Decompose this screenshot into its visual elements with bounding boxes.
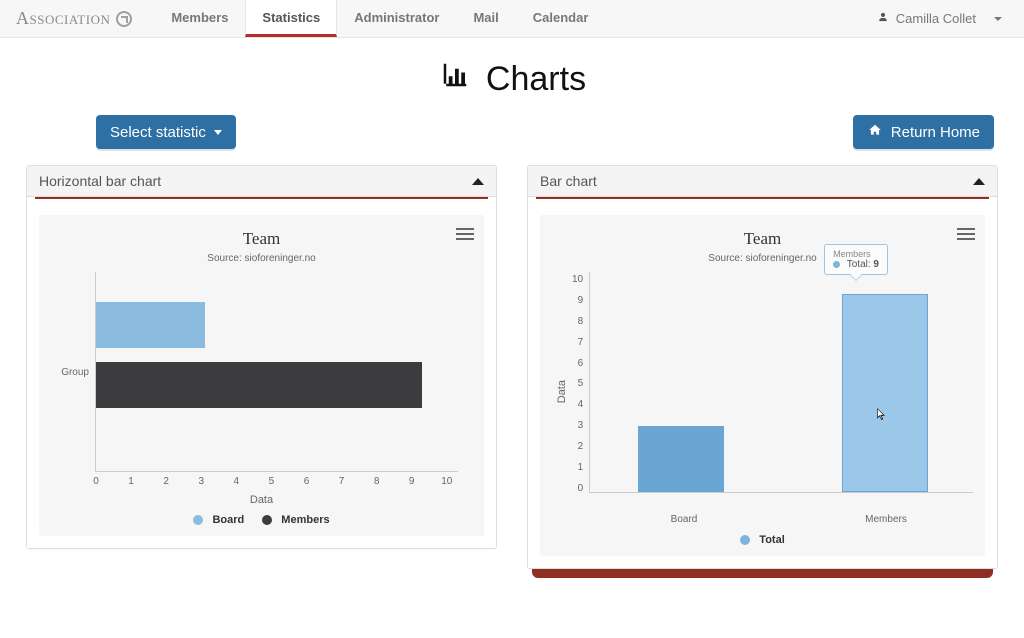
panels-row: Horizontal bar chart Team Source: siofor… <box>0 165 1024 569</box>
vbar-ytick: 8 <box>572 316 583 327</box>
legend-total-label: Total <box>759 534 784 546</box>
panel-hbar-title: Horizontal bar chart <box>39 173 161 189</box>
vbar-xcat-board: Board <box>671 514 698 525</box>
legend-dot-icon <box>193 515 203 525</box>
nav-tabs: Members Statistics Administrator Mail Ca… <box>154 0 605 37</box>
tooltip-row: Total: 9 <box>833 259 879 270</box>
hbar-tick: 6 <box>304 476 310 487</box>
mouse-cursor-icon <box>875 405 889 423</box>
legend-item-members[interactable]: Members <box>262 514 329 526</box>
select-statistic-label: Select statistic <box>110 124 206 141</box>
panel-vbar-body: Team Source: sioforeninger.no Data 10 9 … <box>528 199 997 568</box>
chevron-down-icon <box>214 130 222 135</box>
tooltip-series-label: Total: <box>847 259 871 270</box>
vbar-chart-card: Team Source: sioforeninger.no Data 10 9 … <box>540 215 985 556</box>
legend-board-label: Board <box>212 514 244 526</box>
chart-menu-icon[interactable] <box>957 225 975 243</box>
vbar-ytick: 5 <box>572 378 583 389</box>
vbar-plot-area: Data 10 9 8 7 6 5 4 3 2 1 0 <box>552 272 973 512</box>
brand[interactable]: Association <box>6 0 142 37</box>
panel-hbar-body: Team Source: sioforeninger.no Group 0 1 … <box>27 199 496 548</box>
vbar-plot[interactable]: Members Total: 9 <box>589 272 973 493</box>
hbar-chart-card: Team Source: sioforeninger.no Group 0 1 … <box>39 215 484 536</box>
nav-item-calendar[interactable]: Calendar <box>516 0 606 37</box>
chevron-up-icon[interactable] <box>973 178 985 185</box>
user-menu[interactable]: Camilla Collet <box>866 0 1014 37</box>
user-icon <box>878 11 888 26</box>
hbar-subtitle: Source: sioforeninger.no <box>51 253 472 264</box>
hbar-tick: 7 <box>339 476 345 487</box>
hbar-bar-board[interactable] <box>96 302 205 348</box>
vbar-ytick: 0 <box>572 483 583 494</box>
vbar-subtitle: Source: sioforeninger.no <box>552 253 973 264</box>
page-title-text: Charts <box>486 60 586 99</box>
hbar-tick: 0 <box>93 476 99 487</box>
tooltip-dot-icon <box>833 261 840 268</box>
vbar-ytick: 6 <box>572 358 583 369</box>
action-bar: Select statistic Return Home <box>0 99 1024 165</box>
hbar-legend: Board Members <box>51 506 472 530</box>
nav-item-mail[interactable]: Mail <box>456 0 515 37</box>
hbar-tick: 2 <box>163 476 169 487</box>
hbar-tick: 8 <box>374 476 380 487</box>
hbar-tick: 10 <box>441 476 452 487</box>
panel-vbar: Bar chart Team Source: sioforeninger.no … <box>527 165 998 569</box>
vbar-ytick: 10 <box>572 274 583 285</box>
panel-hbar-header[interactable]: Horizontal bar chart <box>27 166 496 197</box>
hbar-x-axis: 0 1 2 3 4 5 6 7 8 9 10 <box>96 476 458 487</box>
nav-item-administrator[interactable]: Administrator <box>337 0 456 37</box>
nav-item-statistics[interactable]: Statistics <box>245 0 337 37</box>
legend-members-label: Members <box>281 514 329 526</box>
legend-dot-icon <box>262 515 272 525</box>
legend-item-board[interactable]: Board <box>193 514 244 526</box>
hbar-plot-area: Group 0 1 2 3 4 5 6 7 8 <box>51 272 472 472</box>
vbar-ytick: 4 <box>572 399 583 410</box>
vbar-ytick: 3 <box>572 420 583 431</box>
hbar-y-axis-label: Group <box>55 367 89 378</box>
vbar-tooltip: Members Total: 9 <box>824 244 888 275</box>
panel-hbar: Horizontal bar chart Team Source: siofor… <box>26 165 497 549</box>
hbar-bar-members[interactable] <box>96 362 422 408</box>
vbar-title: Team <box>552 229 973 249</box>
hbar-tick: 4 <box>234 476 240 487</box>
vbar-xcat-members: Members <box>865 514 907 525</box>
brand-label: Association <box>16 8 110 29</box>
hbar-plot[interactable]: 0 1 2 3 4 5 6 7 8 9 10 <box>95 272 458 472</box>
vbar-x-axis: Board Members <box>572 514 993 528</box>
hbar-title: Team <box>51 229 472 249</box>
chart-menu-icon[interactable] <box>456 225 474 243</box>
tooltip-value: 9 <box>873 259 879 270</box>
vbar-y-axis: 10 9 8 7 6 5 4 3 2 1 0 <box>572 272 589 506</box>
page-title: Charts <box>0 60 1024 99</box>
vbar-ytick: 1 <box>572 462 583 473</box>
hbar-tick: 5 <box>269 476 275 487</box>
vbar-ytick: 2 <box>572 441 583 452</box>
hbar-tick: 9 <box>409 476 415 487</box>
vbar-ytick: 7 <box>572 337 583 348</box>
chevron-down-icon <box>994 17 1002 21</box>
home-icon <box>867 123 883 141</box>
gauge-icon <box>116 11 132 27</box>
chevron-up-icon[interactable] <box>472 178 484 185</box>
top-navbar: Association Members Statistics Administr… <box>0 0 1024 38</box>
user-name: Camilla Collet <box>896 11 976 26</box>
vbar-ytick: 9 <box>572 295 583 306</box>
return-home-label: Return Home <box>891 124 980 141</box>
return-home-button[interactable]: Return Home <box>853 115 994 149</box>
select-statistic-button[interactable]: Select statistic <box>96 115 236 149</box>
hbar-tick: 3 <box>198 476 204 487</box>
tooltip-header: Members <box>833 249 879 259</box>
vbar-bar-board[interactable] <box>638 426 724 492</box>
nav-item-members[interactable]: Members <box>154 0 245 37</box>
panel-vbar-title: Bar chart <box>540 173 597 189</box>
vbar-legend: Total <box>552 526 973 550</box>
vbar-y-axis-title: Data <box>556 380 568 403</box>
bar-chart-icon <box>438 60 472 99</box>
legend-dot-icon <box>740 535 750 545</box>
hbar-tick: 1 <box>128 476 134 487</box>
panel-vbar-header[interactable]: Bar chart <box>528 166 997 197</box>
legend-item-total[interactable]: Total <box>740 534 785 546</box>
hbar-x-axis-title: Data <box>51 494 472 506</box>
vbar-bar-members[interactable] <box>842 294 928 492</box>
